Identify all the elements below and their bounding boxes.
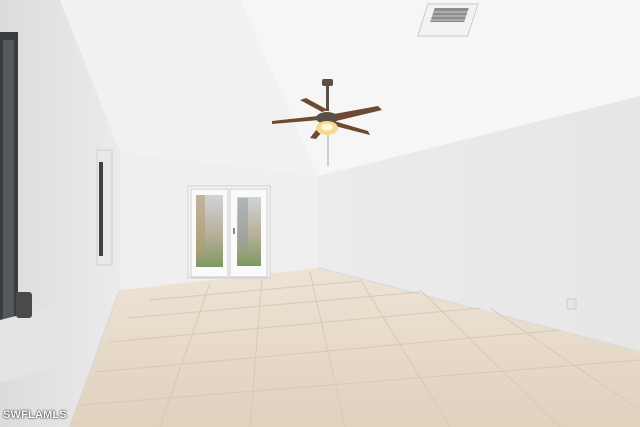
middle-window-glass (99, 162, 103, 256)
french-doors (187, 185, 271, 279)
door-left-glass-shade (196, 195, 205, 255)
fan-light-glow (321, 123, 333, 131)
left-window-glass (3, 40, 14, 330)
fan-downrod (326, 85, 329, 111)
door-handle (233, 228, 235, 234)
fan-canopy (322, 79, 333, 86)
watermark: SWFLAMLS (3, 409, 67, 421)
wall-outlet (566, 298, 577, 310)
left-window-sill (0, 307, 52, 382)
sill-object (16, 292, 32, 318)
room-scene (0, 0, 640, 427)
air-vent (416, 3, 479, 37)
door-right-glass-shade (238, 198, 248, 250)
